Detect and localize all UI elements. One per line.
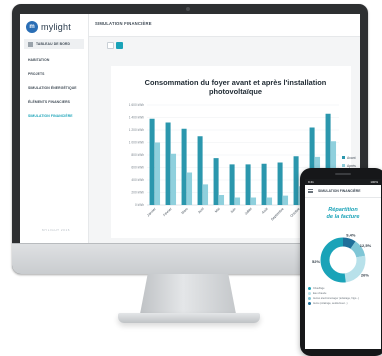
y-tick-label: 400 kWh — [131, 178, 144, 182]
bar-après-4[interactable] — [219, 195, 225, 205]
x-tick-label: Septembre — [270, 207, 285, 222]
bar-avant-6[interactable] — [245, 164, 251, 205]
phone-heading-line1: Répartition — [328, 207, 358, 213]
bar-après-5[interactable] — [235, 197, 241, 206]
phone-app-title: SIMULATION FINANCIÈRE — [318, 189, 361, 193]
monitor-stand-base — [118, 313, 260, 323]
legend-text: Eau chaude — [313, 292, 327, 295]
legend-item: Eau chaude — [308, 292, 380, 295]
legend-text: Autres électroménager (éclairage, frigo.… — [313, 297, 360, 300]
monitor-stand — [140, 274, 236, 314]
bar-avant-9[interactable] — [293, 156, 299, 205]
donut-slice-label: 26% — [361, 273, 369, 278]
bar-avant-3[interactable] — [197, 136, 203, 205]
bill-donut-chart: 9,4% 12,5% 26% 52% — [312, 233, 372, 283]
y-tick-label: 0 kWh — [135, 203, 144, 207]
donut-legend: Chauffage Eau chaude Autres électroménager… — [308, 287, 380, 307]
brand-name: mylight — [41, 22, 71, 32]
y-tick-label: 200 kWh — [131, 191, 144, 195]
x-tick-label: Août — [261, 207, 269, 215]
legend-text: Chauffage — [313, 287, 325, 290]
legend-text: Autre (éclairage, audiovisuel...) — [313, 302, 348, 305]
phone-app-bar: SIMULATION FINANCIÈRE — [305, 185, 381, 198]
bar-après-3[interactable] — [203, 184, 209, 205]
donut-slice-label: 52% — [312, 259, 320, 264]
y-tick-label: 600 kWh — [131, 166, 144, 170]
y-tick-label: 1 000 kWh — [129, 141, 144, 145]
bar-avant-8[interactable] — [277, 162, 283, 206]
legend-item: Chauffage — [308, 287, 380, 290]
legend-dot-icon — [308, 287, 311, 290]
phone-speaker — [335, 173, 351, 175]
y-tick-label: 1 600 kWh — [129, 103, 144, 107]
bar-avant-2[interactable] — [181, 128, 187, 205]
hamburger-menu-icon[interactable] — [308, 189, 313, 193]
bar-avant-1[interactable] — [165, 122, 171, 206]
grid-view-icon[interactable] — [107, 42, 114, 49]
sidebar-item-habitation[interactable]: HABITATION — [28, 58, 49, 62]
brand-logo[interactable]: m mylight — [26, 21, 71, 33]
legend-dot-icon — [308, 292, 311, 295]
phone-heading-line2: de la facture — [326, 214, 360, 220]
page-title: SIMULATION FINANCIÈRE — [95, 21, 152, 26]
x-tick-label: Juin — [229, 207, 236, 214]
sidebar-item-simulation-financiere[interactable]: SIMULATION FINANCIÈRE — [28, 114, 73, 118]
sidebar-item-elements-financiers[interactable]: ÉLÉMENTS FINANCIERS — [28, 100, 70, 104]
x-tick-label: Juillet — [244, 207, 253, 216]
phone-time: 9:41 — [308, 180, 314, 184]
sidebar-item-projets[interactable]: PROJETS — [28, 72, 45, 76]
bar-après-7[interactable] — [267, 197, 273, 206]
y-tick-label: 800 kWh — [131, 153, 144, 157]
mylight-logo-icon: m — [26, 21, 38, 33]
y-tick-label: 1 400 kWh — [129, 116, 144, 120]
x-tick-label: Mars — [181, 207, 189, 215]
x-tick-label: Mai — [214, 207, 221, 214]
sidebar-item-simulation-energetique[interactable]: SIMULATION ÉNERGÉTIQUE — [28, 86, 77, 90]
smartphone: 9:41 100% SIMULATION FINANCIÈRE Répartit… — [300, 168, 382, 356]
main-header: SIMULATION FINANCIÈRE — [89, 14, 360, 37]
legend-swatch — [342, 164, 345, 167]
dashboard-grid-icon — [28, 41, 33, 47]
bar-après-0[interactable] — [155, 142, 161, 206]
bar-avant-4[interactable] — [213, 158, 219, 205]
chart-title: Consommation du foyer avant et après l'i… — [144, 78, 327, 96]
bar-avant-5[interactable] — [229, 164, 235, 205]
legend-label: Avant — [347, 156, 356, 160]
chart-view-icon[interactable] — [116, 42, 123, 49]
sidebar: m mylight TABLEAU DE BORD HABITATION PRO… — [20, 14, 89, 243]
bar-avant-0[interactable] — [149, 118, 155, 205]
phone-screen: 9:41 100% SIMULATION FINANCIÈRE Répartit… — [305, 179, 381, 349]
phone-battery: 100% — [370, 180, 378, 184]
legend-item: Autres électroménager (éclairage, frigo.… — [308, 297, 380, 300]
x-tick-label: Avril — [197, 207, 205, 215]
y-tick-label: 1 200 kWh — [129, 128, 144, 132]
legend-dot-icon — [308, 302, 311, 305]
donut-slice-label: 12,5% — [360, 243, 372, 248]
bar-après-1[interactable] — [171, 153, 177, 205]
bar-après-6[interactable] — [251, 197, 257, 206]
sidebar-item-dashboard[interactable]: TABLEAU DE BORD — [24, 39, 84, 49]
legend-swatch — [342, 156, 345, 159]
phone-heading: Répartition de la facture — [305, 207, 381, 221]
bar-après-8[interactable] — [283, 195, 289, 205]
bar-avant-7[interactable] — [261, 163, 267, 205]
x-tick-label: Février — [162, 206, 173, 217]
sidebar-item-label: TABLEAU DE BORD — [36, 42, 71, 46]
legend-item: Autre (éclairage, audiovisuel...) — [308, 302, 380, 305]
donut-slice-label: 9,4% — [346, 233, 356, 238]
sidebar-footer: MYLIGHT 2016 — [42, 228, 70, 232]
camera-dot — [186, 7, 190, 11]
legend-dot-icon — [308, 297, 311, 300]
bar-après-2[interactable] — [187, 172, 193, 206]
x-tick-label: Janvier — [146, 206, 157, 217]
